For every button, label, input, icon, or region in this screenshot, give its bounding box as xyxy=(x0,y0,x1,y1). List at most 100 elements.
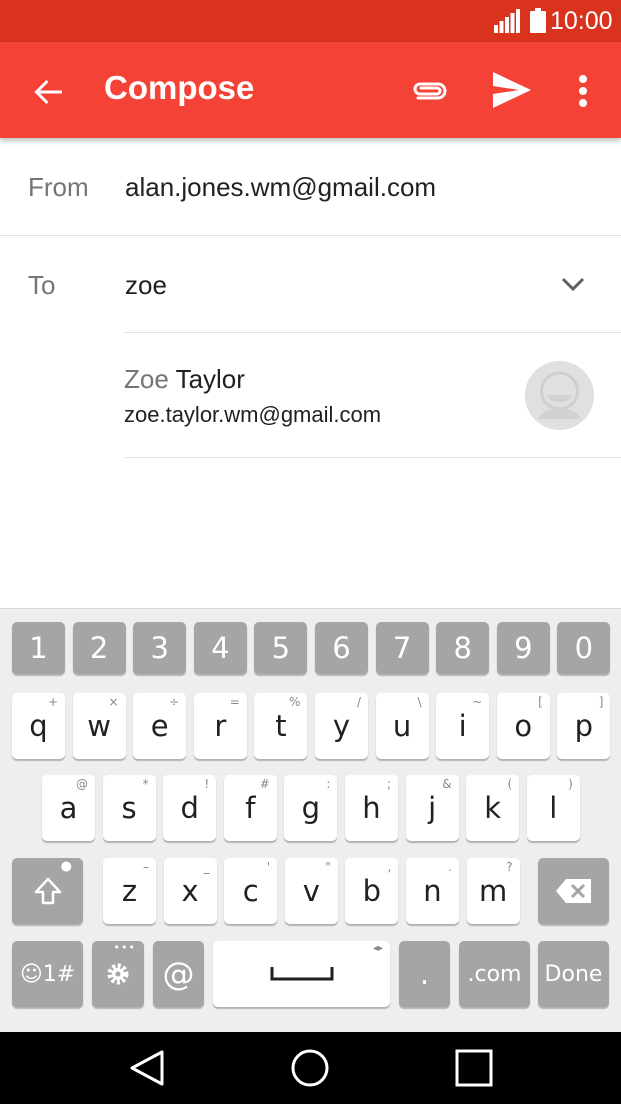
nav-recent-apps-icon[interactable] xyxy=(454,1048,494,1088)
key-label: 4 xyxy=(211,631,230,665)
key-label: s xyxy=(121,791,137,825)
key-h[interactable]: h; xyxy=(345,775,398,841)
settings-key[interactable]: ••• xyxy=(92,941,144,1007)
key-b[interactable]: b, xyxy=(345,858,399,924)
key-u[interactable]: u \ xyxy=(375,693,429,759)
key-label: 8 xyxy=(453,631,472,665)
key-2[interactable]: 2 xyxy=(72,622,126,674)
key-7[interactable]: 7 xyxy=(375,622,429,674)
key-6[interactable]: 6 xyxy=(315,622,368,674)
key-e[interactable]: e ÷ xyxy=(133,693,187,759)
to-input[interactable]: zoe xyxy=(125,270,167,301)
key-3[interactable]: 3 xyxy=(133,622,187,674)
key-9[interactable]: 9 xyxy=(496,622,550,674)
contact-suggestion[interactable]: Zoe Taylor zoe.taylor.wm@gmail.com xyxy=(124,334,621,457)
key-0[interactable]: 0 xyxy=(557,622,611,674)
key-4[interactable]: 4 xyxy=(193,622,247,674)
key-f[interactable]: f # xyxy=(223,775,277,841)
key-label: o xyxy=(514,709,533,743)
key-label: e xyxy=(150,709,169,743)
key-label: u xyxy=(392,709,412,743)
key-alt-label: # xyxy=(259,777,270,791)
key-label: 3 xyxy=(150,631,169,665)
done-key[interactable]: Done xyxy=(538,941,609,1007)
key-alt-label: \ xyxy=(417,695,422,709)
key-j[interactable]: j & xyxy=(405,775,459,841)
key-d[interactable]: d! xyxy=(163,775,217,841)
key-alt-label: + xyxy=(47,695,58,709)
more-vert-icon[interactable] xyxy=(566,70,600,114)
key-w[interactable]: w × xyxy=(72,693,126,759)
key-alt-label: ] xyxy=(598,695,604,709)
key-label: x xyxy=(181,874,199,908)
nav-back-icon[interactable] xyxy=(128,1048,168,1088)
key-r[interactable]: r = xyxy=(193,693,247,759)
key-q[interactable]: q + xyxy=(12,693,65,759)
divider xyxy=(0,235,621,236)
shift-key[interactable]: ● xyxy=(12,858,83,924)
key-alt-label: ' xyxy=(266,860,271,874)
key-x[interactable]: x _ xyxy=(163,858,217,924)
key-l[interactable]: l) xyxy=(526,775,580,841)
key-alt-label: ) xyxy=(568,777,573,791)
key-o[interactable]: o[ xyxy=(496,693,550,759)
chevron-down-icon[interactable] xyxy=(558,273,588,295)
avatar xyxy=(525,361,594,430)
key-alt-label: % xyxy=(288,695,301,709)
key-i[interactable]: i ~ xyxy=(436,693,490,759)
key-label: j xyxy=(428,791,437,825)
emoji-symbols-key[interactable]: ☺1# xyxy=(12,941,83,1007)
key-p[interactable]: p] xyxy=(557,693,611,759)
key-alt-label: _ xyxy=(203,860,210,874)
backspace-key[interactable] xyxy=(538,858,609,924)
key-5[interactable]: 5 xyxy=(254,622,308,674)
key-label: g xyxy=(301,791,321,825)
space-key[interactable]: ◂▸ xyxy=(213,941,390,1007)
send-icon[interactable] xyxy=(489,68,533,112)
from-value[interactable]: alan.jones.wm@gmail.com xyxy=(125,172,436,203)
space-bar-icon xyxy=(270,967,333,981)
key-alt-label: & xyxy=(442,777,452,791)
key-t[interactable]: t% xyxy=(254,693,308,759)
key-alt-label: = xyxy=(229,695,240,709)
key-k[interactable]: k( xyxy=(466,775,520,841)
key-label: 7 xyxy=(392,631,412,665)
key-g[interactable]: g: xyxy=(284,775,338,841)
key-8[interactable]: 8 xyxy=(436,622,490,674)
backspace-icon xyxy=(555,879,591,903)
back-arrow-icon[interactable] xyxy=(26,70,70,114)
key-label: 5 xyxy=(271,631,291,665)
key-alt-label: . xyxy=(448,860,452,874)
key-label: k xyxy=(484,791,502,825)
key-alt-label: @ xyxy=(76,777,88,791)
key-alt-label: " xyxy=(325,860,331,874)
suggestion-name: Zoe Taylor xyxy=(124,364,245,394)
key-y[interactable]: y / xyxy=(315,693,368,759)
key-label: c xyxy=(242,874,259,908)
attachment-icon[interactable] xyxy=(406,70,450,114)
person-icon xyxy=(525,361,594,430)
key-s[interactable]: s * xyxy=(102,775,156,841)
key-n[interactable]: n. xyxy=(406,858,459,924)
key-v[interactable]: v " xyxy=(284,858,338,924)
divider xyxy=(124,457,621,458)
battery-icon xyxy=(530,8,546,33)
signal-icon xyxy=(494,9,520,33)
nav-home-icon[interactable] xyxy=(290,1048,330,1088)
dotcom-key[interactable]: .com xyxy=(459,941,530,1007)
key-label: m xyxy=(478,874,508,908)
key-label: h xyxy=(362,791,381,825)
key-a[interactable]: a @ xyxy=(42,775,95,841)
key-1[interactable]: 1 xyxy=(12,622,65,674)
key-alt-label: – xyxy=(143,860,149,874)
at-key[interactable]: @ xyxy=(153,941,204,1007)
key-label: a xyxy=(59,791,78,825)
period-key[interactable]: . xyxy=(399,941,450,1007)
key-z[interactable]: z – xyxy=(103,858,156,924)
key-m[interactable]: m? xyxy=(466,858,520,924)
status-time: 10:00 xyxy=(550,7,613,35)
gear-icon xyxy=(107,963,129,985)
key-c[interactable]: c ' xyxy=(224,858,278,924)
key-label: 6 xyxy=(332,631,351,665)
key-alt-label: ~ xyxy=(472,695,483,709)
